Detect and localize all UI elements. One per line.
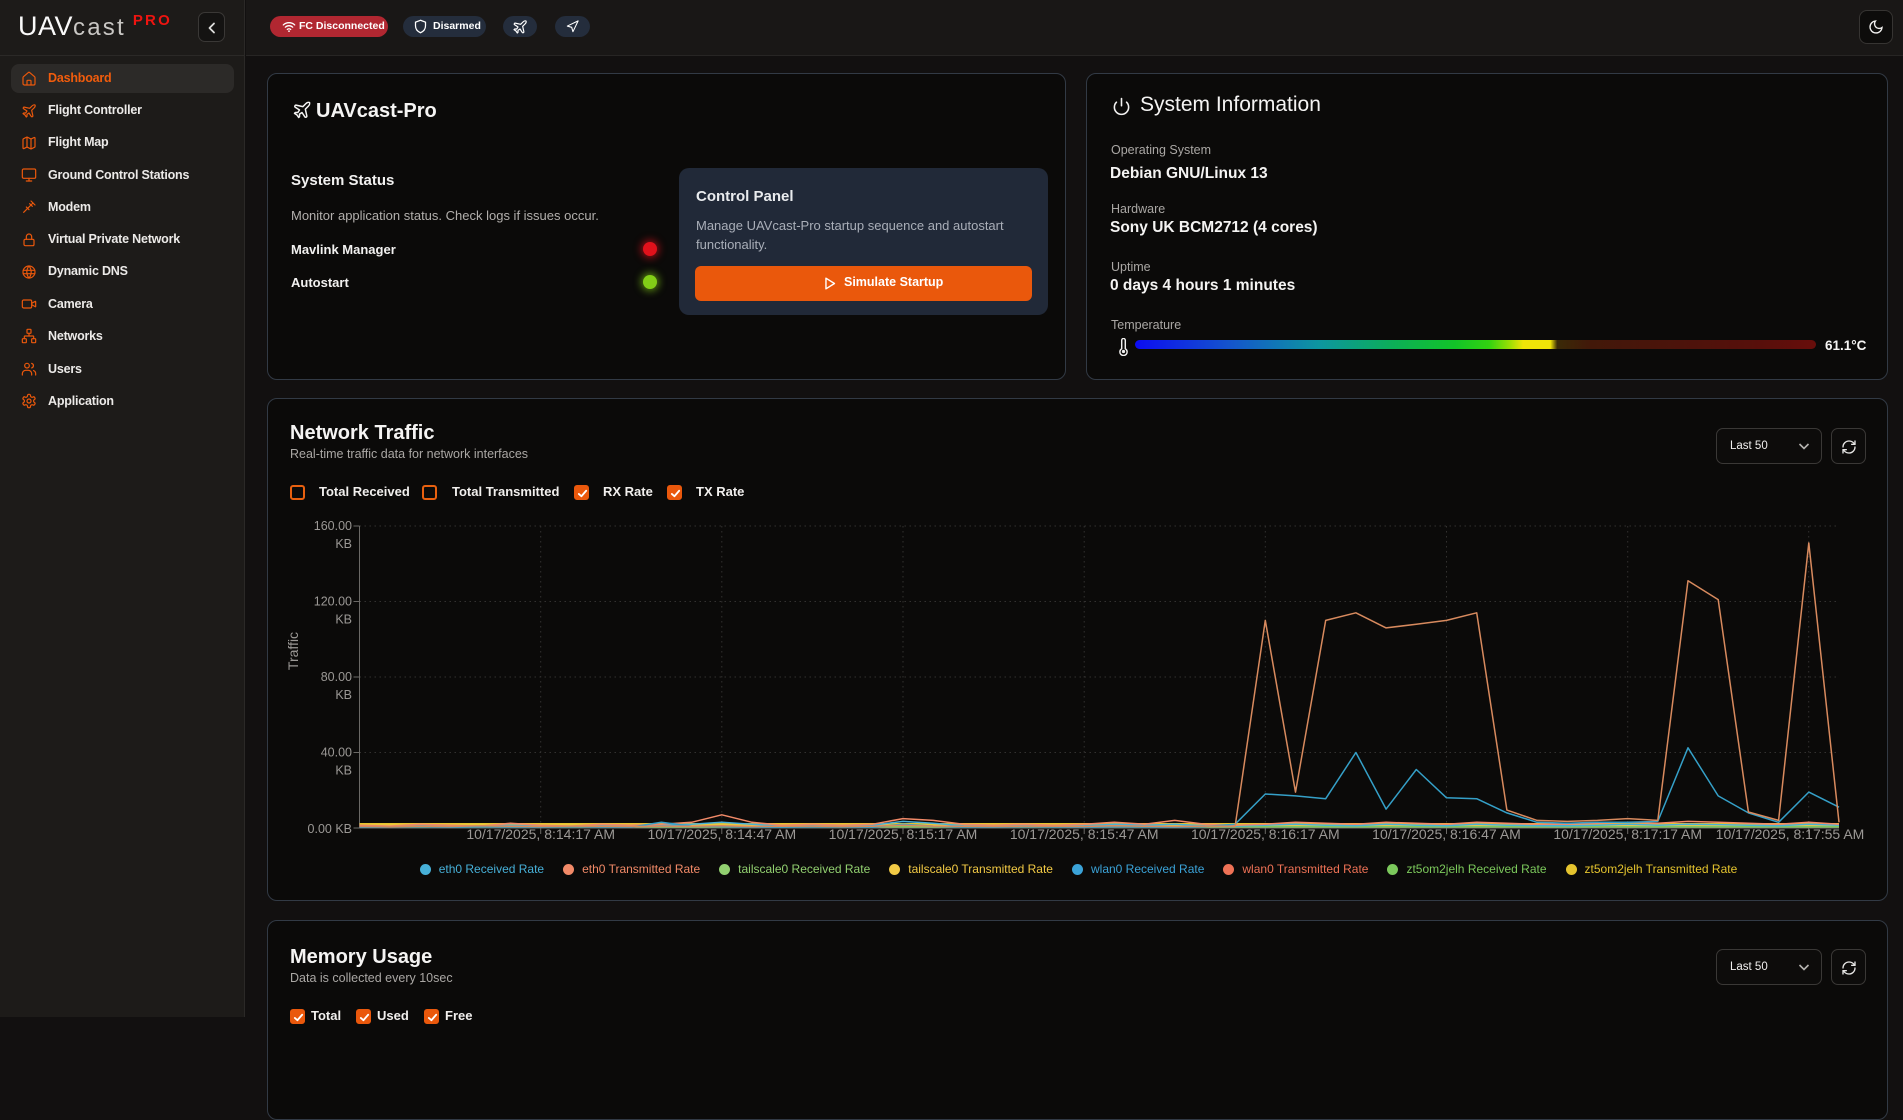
- svg-text:40.00: 40.00: [321, 746, 352, 760]
- svg-text:10/17/2025, 8:14:17 AM: 10/17/2025, 8:14:17 AM: [466, 826, 615, 842]
- svg-text:Traffic: Traffic: [285, 632, 301, 670]
- svg-text:10/17/2025, 8:17:55 AM: 10/17/2025, 8:17:55 AM: [1716, 826, 1865, 842]
- svg-text:KB: KB: [335, 688, 352, 702]
- svg-text:10/17/2025, 8:15:47 AM: 10/17/2025, 8:15:47 AM: [1010, 826, 1159, 842]
- svg-text:80.00: 80.00: [321, 670, 352, 684]
- svg-text:KB: KB: [335, 537, 352, 551]
- svg-text:KB: KB: [335, 613, 352, 627]
- svg-text:KB: KB: [335, 764, 352, 778]
- svg-text:0.00 KB: 0.00 KB: [308, 822, 352, 836]
- svg-text:10/17/2025, 8:14:47 AM: 10/17/2025, 8:14:47 AM: [647, 826, 796, 842]
- svg-text:10/17/2025, 8:15:17 AM: 10/17/2025, 8:15:17 AM: [829, 826, 978, 842]
- svg-text:120.00: 120.00: [314, 595, 352, 609]
- svg-text:10/17/2025, 8:16:17 AM: 10/17/2025, 8:16:17 AM: [1191, 826, 1340, 842]
- svg-text:160.00: 160.00: [314, 519, 352, 533]
- svg-text:10/17/2025, 8:17:17 AM: 10/17/2025, 8:17:17 AM: [1553, 826, 1702, 842]
- svg-text:10/17/2025, 8:16:47 AM: 10/17/2025, 8:16:47 AM: [1372, 826, 1521, 842]
